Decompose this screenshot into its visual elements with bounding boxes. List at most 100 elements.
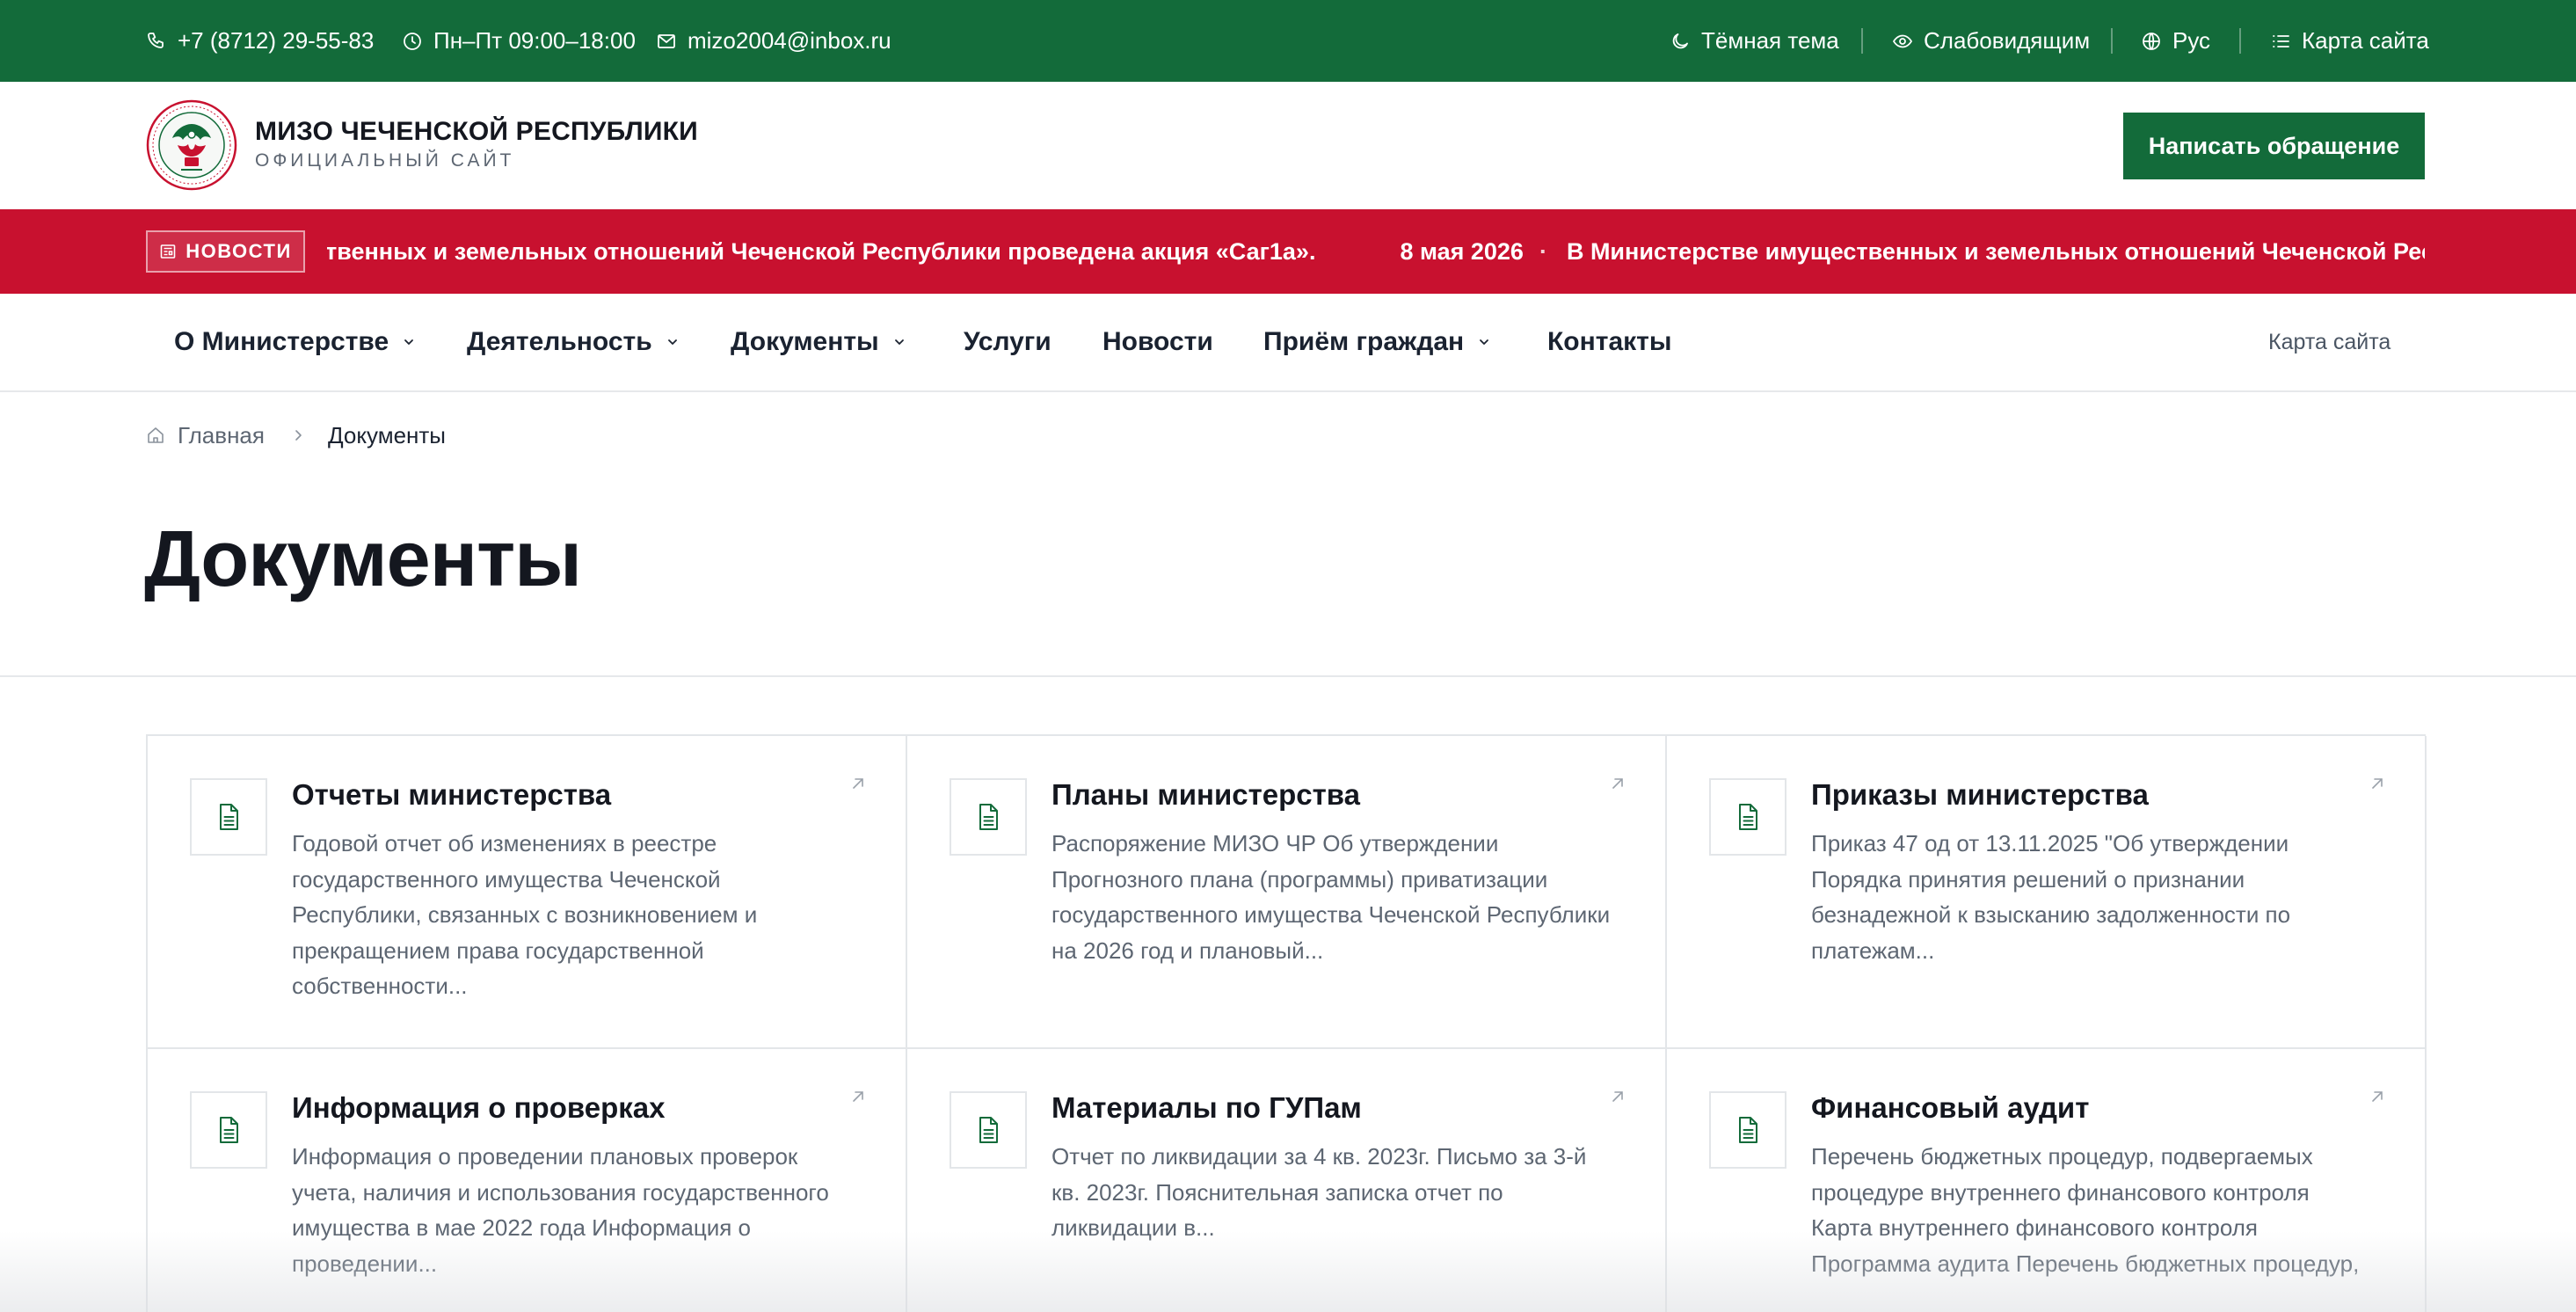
breadcrumb-current: Документы xyxy=(327,421,446,448)
newspaper-icon xyxy=(160,244,176,259)
working-hours: Пн–Пт 09:00–18:00 xyxy=(402,0,636,82)
arrow-up-right-icon xyxy=(1612,1091,1623,1102)
nav-item-label: Деятельность xyxy=(467,327,652,356)
breadcrumb-home-label: Главная xyxy=(178,421,265,448)
write-appeal-button[interactable]: Написать обращение xyxy=(2123,113,2425,179)
card-title: Материалы по ГУПам xyxy=(1052,1091,1362,1124)
card-title: Информация о проверках xyxy=(292,1091,666,1124)
language-label: Рус xyxy=(2172,27,2211,54)
document-icon xyxy=(220,804,238,830)
nav-item-reception[interactable]: Приём граждан xyxy=(1263,294,1492,390)
arrow-up-right-icon xyxy=(853,778,863,789)
document-card-reports[interactable]: Отчеты министерства Годовой отчет об изм… xyxy=(148,736,907,1049)
nav-item-label: О Министерстве xyxy=(174,327,389,356)
nav-item-label: Контакты xyxy=(1547,327,1672,356)
document-card-inspections[interactable]: Информация о проверках Информация о пров… xyxy=(148,1049,907,1312)
card-title: Планы министерства xyxy=(1052,778,1360,811)
top-utility-bar: +7 (8712) 29-55-83 Пн–Пт 09:00–18:00 miz… xyxy=(0,0,2576,82)
document-card-financial-audit[interactable]: Финансовый аудит Перечень бюджетных проц… xyxy=(1667,1049,2427,1312)
list-icon xyxy=(2273,34,2289,47)
nav-item-documents[interactable]: Документы xyxy=(731,294,907,390)
arrow-up-right-icon xyxy=(2372,1091,2383,1102)
site-header: МИЗО ЧЕЧЕНСКОЙ РЕСПУБЛИКИ ОФИЦИАЛЬНЫЙ СА… xyxy=(0,82,2576,209)
news-badge[interactable]: НОВОСТИ xyxy=(146,230,305,273)
ministry-emblem-logo[interactable] xyxy=(146,99,237,191)
nav-item-about[interactable]: О Министерстве xyxy=(174,294,417,390)
phone-link[interactable]: +7 (8712) 29-55-83 xyxy=(146,0,374,82)
card-description: Распоряжение МИЗО ЧР Об утверждении Прог… xyxy=(1052,830,1611,964)
working-hours-text: Пн–Пт 09:00–18:00 xyxy=(433,27,636,54)
document-icon-box xyxy=(950,778,1027,856)
nav-item-label: Приём граждан xyxy=(1263,327,1465,356)
divider xyxy=(0,675,2576,677)
document-icon xyxy=(220,1117,238,1143)
breadcrumb-home[interactable]: Главная xyxy=(146,422,265,449)
nav-item-label: Услуги xyxy=(964,327,1052,356)
chevron-down-icon xyxy=(1480,339,1489,345)
nav-sitemap-link[interactable]: Карта сайта xyxy=(2268,294,2390,390)
document-icon xyxy=(979,1117,998,1143)
sitemap-link[interactable]: Карта сайта xyxy=(2270,0,2429,82)
document-icon xyxy=(1739,804,1757,830)
nav-item-label: Новости xyxy=(1102,327,1213,356)
mail-icon xyxy=(658,33,675,48)
document-icon-box xyxy=(950,1091,1027,1169)
document-icon xyxy=(1739,1117,1757,1143)
topbar-divider xyxy=(2111,28,2113,54)
ticker-separator: · xyxy=(1539,237,1547,265)
nav-item-label: Документы xyxy=(731,327,879,356)
main-navigation: О Министерстве Деятельность Документы Ус… xyxy=(0,294,2576,392)
document-icon-box xyxy=(1709,1091,1786,1169)
low-vision-label: Слабовидящим xyxy=(1924,27,2091,54)
phone-number: +7 (8712) 29-55-83 xyxy=(178,27,375,54)
sitemap-label: Карта сайта xyxy=(2302,27,2429,54)
documents-grid: Отчеты министерства Годовой отчет об изм… xyxy=(146,734,2427,1312)
chevron-right-icon xyxy=(295,430,302,441)
chevron-down-icon xyxy=(667,339,677,345)
breadcrumb: Главная Документы xyxy=(146,420,446,450)
clock-icon xyxy=(404,32,421,50)
chevron-down-icon xyxy=(894,339,904,345)
document-card-plans[interactable]: Планы министерства Распоряжение МИЗО ЧР … xyxy=(907,736,1667,1049)
nav-item-news[interactable]: Новости xyxy=(1102,294,1213,390)
card-description: Приказ 47 од от 13.11.2025 "Об утвержден… xyxy=(1811,830,2291,964)
document-card-orders[interactable]: Приказы министерства Приказ 47 од от 13.… xyxy=(1667,736,2427,1049)
ticker-news-item[interactable]: твенных и земельных отношений Чеченской … xyxy=(327,238,1315,266)
topbar-divider xyxy=(1861,28,1863,54)
moon-icon xyxy=(1672,33,1688,48)
ticker-viewport: твенных и земельных отношений Чеченской … xyxy=(327,209,2425,294)
dark-theme-toggle[interactable]: Тёмная тема xyxy=(1670,0,1839,82)
document-card-gup-materials[interactable]: Материалы по ГУПам Отчет по ликвидации з… xyxy=(907,1049,1667,1312)
language-switch[interactable]: Рус xyxy=(2141,0,2210,82)
page-title: Документы xyxy=(144,515,582,603)
news-badge-label: НОВОСТИ xyxy=(186,240,292,262)
chevron-down-icon xyxy=(404,339,414,345)
arrow-up-right-icon xyxy=(2372,778,2383,789)
ticker-track: твенных и земельных отношений Чеченской … xyxy=(327,209,2425,294)
eye-icon xyxy=(1892,34,1913,47)
nav-item-contacts[interactable]: Контакты xyxy=(1547,294,1671,390)
document-icon xyxy=(979,804,998,830)
dark-theme-label: Тёмная тема xyxy=(1701,27,1839,54)
arrow-up-right-icon xyxy=(853,1091,863,1102)
news-ticker: НОВОСТИ твенных и земельных отношений Че… xyxy=(0,209,2576,294)
email-link[interactable]: mizo2004@inbox.ru xyxy=(656,0,891,82)
card-title: Финансовый аудит xyxy=(1811,1091,2090,1124)
arrow-up-right-icon xyxy=(1612,778,1623,789)
nav-item-activity[interactable]: Деятельность xyxy=(467,294,680,390)
nav-item-services[interactable]: Услуги xyxy=(964,294,1052,390)
ticker-news-item[interactable]: В Министерстве имущественных и земельных… xyxy=(1567,238,2425,266)
phone-icon xyxy=(148,32,164,48)
site-subtitle: ОФИЦИАЛЬНЫЙ САЙТ xyxy=(255,150,515,171)
email-text: mizo2004@inbox.ru xyxy=(688,27,891,54)
ticker-news-date: 8 мая 2026 xyxy=(1400,237,1524,265)
card-description: Информация о проведении плановых проверо… xyxy=(292,1143,829,1277)
low-vision-toggle[interactable]: Слабовидящим xyxy=(1892,0,2090,82)
site-title[interactable]: МИЗО ЧЕЧЕНСКОЙ РЕСПУБЛИКИ xyxy=(255,117,698,147)
card-title: Отчеты министерства xyxy=(292,778,612,811)
globe-icon xyxy=(2143,32,2160,50)
document-icon-box xyxy=(1709,778,1786,856)
card-description: Годовой отчет об изменениях в реестре го… xyxy=(292,830,758,999)
card-description: Отчет по ликвидации за 4 кв. 2023г. Пись… xyxy=(1052,1143,1587,1241)
card-description: Перечень бюджетных процедур, подвергаемы… xyxy=(1811,1143,2360,1277)
